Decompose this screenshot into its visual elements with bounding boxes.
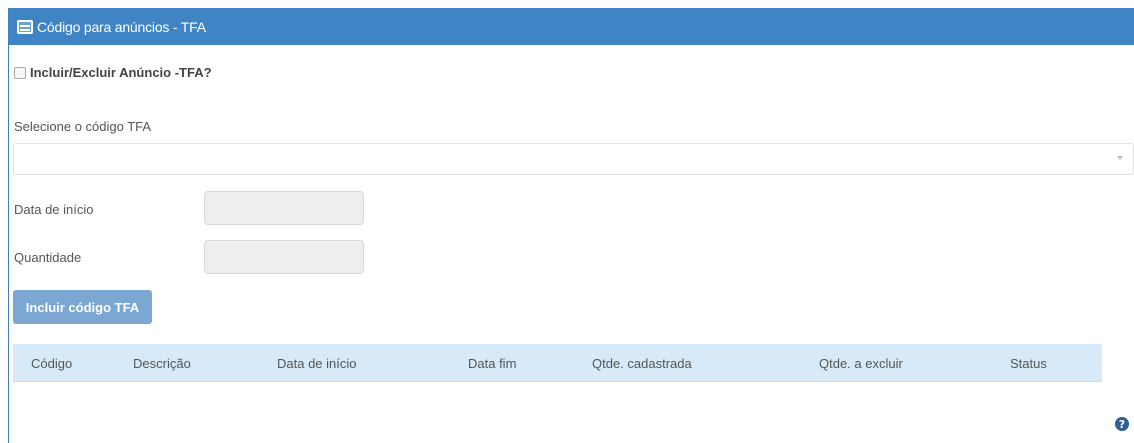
help-icon[interactable]: ?: [1115, 417, 1129, 431]
tfa-code-select[interactable]: [13, 143, 1134, 175]
tfa-code-label: Selecione o código TFA: [14, 119, 152, 134]
include-exclude-row: Incluir/Excluir Anúncio -TFA?: [14, 65, 212, 80]
include-exclude-label[interactable]: Incluir/Excluir Anúncio -TFA?: [30, 65, 212, 80]
column-header-status[interactable]: Status: [1010, 356, 1047, 371]
panel-header: Código para anúncios - TFA: [9, 8, 1134, 45]
column-header-exclude-qty[interactable]: Qtde. a excluir: [819, 356, 903, 371]
start-date-label: Data de início: [14, 202, 94, 217]
column-header-code[interactable]: Código: [31, 356, 72, 371]
table-header: Código Descrição Data de início Data fim…: [13, 344, 1102, 382]
column-header-registered-qty[interactable]: Qtde. cadastrada: [592, 356, 692, 371]
list-icon: [17, 19, 33, 34]
column-header-end-date[interactable]: Data fim: [468, 356, 516, 371]
column-header-start-date[interactable]: Data de início: [277, 356, 357, 371]
chevron-down-icon: [1117, 156, 1123, 160]
start-date-input[interactable]: [204, 191, 364, 225]
quantity-label: Quantidade: [14, 250, 82, 265]
panel-title: Código para anúncios - TFA: [37, 18, 206, 35]
column-header-description[interactable]: Descrição: [133, 356, 191, 371]
include-exclude-checkbox[interactable]: [14, 66, 26, 79]
quantity-input[interactable]: [204, 240, 364, 274]
add-tfa-code-button[interactable]: Incluir código TFA: [13, 290, 152, 324]
